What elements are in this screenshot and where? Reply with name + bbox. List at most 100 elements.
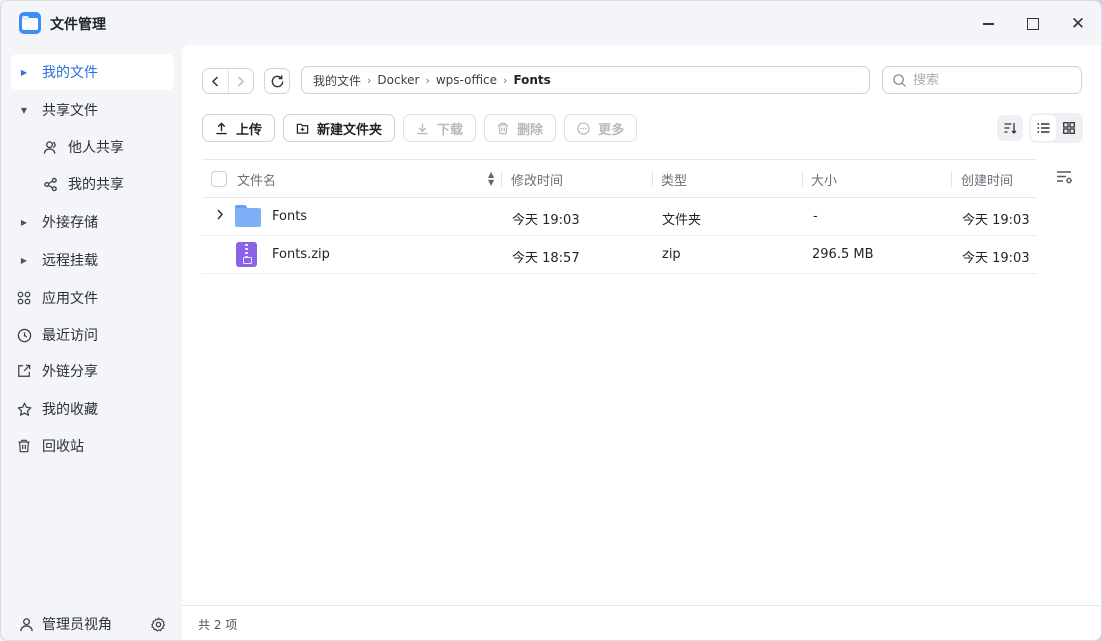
sort-icon	[1004, 123, 1017, 134]
sort-toggle-icon[interactable]: ▲ ▼	[488, 171, 494, 187]
clock-icon	[11, 328, 37, 343]
sidebar-item-label: 我的文件	[42, 65, 98, 81]
more-button[interactable]: 更多	[564, 114, 638, 142]
column-settings-icon[interactable]	[1056, 169, 1076, 189]
sidebar-item-label: 共享文件	[42, 103, 98, 119]
sidebar-item-label: 外接存储	[42, 215, 98, 231]
column-divider[interactable]	[951, 171, 952, 187]
title-bar: 文件管理 ✕	[1, 1, 1101, 45]
sidebar-item-remote-mount[interactable]: ▶ 远程挂载	[11, 242, 174, 278]
external-link-icon	[11, 364, 37, 378]
sidebar-item-recent[interactable]: 最近访问	[11, 317, 174, 353]
delete-button[interactable]: 删除	[484, 114, 557, 142]
search-input[interactable]	[913, 72, 1063, 88]
search-box[interactable]	[882, 66, 1082, 94]
file-created: 今天 19:03	[962, 251, 1030, 266]
person-icon	[37, 140, 63, 155]
download-icon	[416, 122, 429, 135]
breadcrumb-item[interactable]: Docker	[377, 73, 419, 87]
sidebar-item-shared-files[interactable]: ▼ 共享文件	[11, 92, 174, 128]
sidebar-item-app-files[interactable]: 应用文件	[11, 280, 174, 316]
column-header-modified[interactable]: 修改时间	[511, 170, 563, 189]
table-row[interactable]: Fonts 今天 19:03 文件夹 - 今天 19:03	[202, 198, 1037, 236]
caret-right-icon[interactable]: ▶	[11, 68, 37, 77]
column-divider[interactable]	[501, 171, 502, 187]
sidebar-item-label: 外链分享	[42, 364, 98, 380]
file-name[interactable]: Fonts	[272, 209, 307, 224]
list-icon	[1037, 123, 1050, 133]
folder-icon	[235, 205, 261, 227]
gear-icon[interactable]	[147, 613, 169, 635]
sidebar-item-external-storage[interactable]: ▶ 外接存储	[11, 204, 174, 240]
upload-label: 上传	[236, 122, 263, 138]
sidebar-item-label: 我的收藏	[42, 402, 98, 418]
sidebar-item-label: 最近访问	[42, 328, 98, 344]
file-name[interactable]: Fonts.zip	[272, 247, 330, 262]
file-created: 今天 19:03	[962, 213, 1030, 228]
caret-right-icon[interactable]: ▶	[11, 218, 37, 227]
admin-view-button[interactable]: 管理员视角	[15, 614, 112, 634]
file-size: -	[813, 209, 818, 224]
share-icon	[37, 177, 63, 192]
sidebar-footer: 管理员视角	[1, 606, 182, 640]
refresh-button[interactable]	[264, 68, 290, 94]
breadcrumb-item[interactable]: wps-office	[436, 73, 497, 87]
forward-button[interactable]	[227, 69, 253, 93]
file-modified: 今天 18:57	[512, 251, 580, 266]
back-button[interactable]	[203, 69, 228, 93]
column-header-created[interactable]: 创建时间	[961, 170, 1013, 189]
sidebar-item-recycle-bin[interactable]: 回收站	[11, 428, 174, 464]
chevron-right-icon: ›	[425, 73, 430, 87]
main-panel: 我的文件 › Docker › wps-office › Fonts 上传	[182, 45, 1101, 640]
column-divider[interactable]	[652, 171, 653, 187]
sidebar-item-link-share[interactable]: 外链分享	[11, 353, 174, 389]
toolbar: 上传 新建文件夹 下载 删除 更多	[202, 114, 645, 142]
file-table: 文件名 ▲ ▼ 修改时间 类型 大小 创建时间 Fonts 今天 19:03 文件…	[202, 159, 1037, 274]
grid-icon	[1062, 122, 1075, 134]
maximize-button[interactable]	[1020, 11, 1046, 37]
new-folder-button[interactable]: 新建文件夹	[283, 114, 396, 142]
sort-button[interactable]	[997, 115, 1023, 141]
upload-icon	[215, 121, 228, 135]
sidebar-item-my-shares[interactable]: 我的共享	[11, 166, 174, 202]
breadcrumb-current[interactable]: Fonts	[513, 73, 550, 87]
file-modified: 今天 19:03	[512, 213, 580, 228]
upload-button[interactable]: 上传	[202, 114, 276, 142]
list-view-button[interactable]	[1031, 115, 1056, 141]
more-icon	[577, 121, 590, 135]
history-nav	[202, 68, 254, 94]
chevron-right-icon: ›	[503, 73, 508, 87]
app-title: 文件管理	[50, 17, 106, 33]
close-button[interactable]: ✕	[1065, 11, 1091, 37]
apps-icon	[11, 291, 37, 305]
more-label: 更多	[598, 122, 625, 138]
app-icon	[19, 12, 41, 34]
breadcrumb-item[interactable]: 我的文件	[313, 72, 361, 89]
caret-down-icon[interactable]: ▼	[11, 106, 37, 115]
zip-file-icon	[236, 242, 257, 267]
chevron-right-icon[interactable]	[216, 209, 224, 220]
sidebar-item-label: 远程挂载	[42, 253, 98, 269]
column-header-name[interactable]: 文件名	[237, 170, 276, 189]
download-button[interactable]: 下载	[403, 114, 477, 142]
minimize-button[interactable]	[975, 11, 1001, 37]
view-toggle	[1029, 113, 1083, 143]
sidebar: ▶ 我的文件 ▼ 共享文件 他人共享 我的共享 ▶ 外接存储 ▶ 远程挂载 应用…	[1, 45, 182, 640]
caret-right-icon[interactable]: ▶	[11, 256, 37, 265]
file-type: 文件夹	[662, 213, 702, 228]
select-all-checkbox[interactable]	[211, 171, 227, 187]
column-header-type[interactable]: 类型	[661, 170, 687, 189]
sidebar-item-favorites[interactable]: 我的收藏	[11, 391, 174, 427]
table-header: 文件名 ▲ ▼ 修改时间 类型 大小 创建时间	[202, 159, 1037, 198]
file-size: 296.5 MB	[812, 247, 874, 262]
delete-label: 删除	[517, 122, 544, 138]
sidebar-item-shared-with-me[interactable]: 他人共享	[11, 129, 174, 165]
trash-icon	[497, 122, 509, 135]
column-header-size[interactable]: 大小	[811, 170, 837, 189]
grid-view-button[interactable]	[1056, 115, 1081, 141]
person-icon	[15, 617, 37, 632]
sidebar-item-my-files[interactable]: ▶ 我的文件	[11, 54, 174, 90]
table-row[interactable]: Fonts.zip 今天 18:57 zip 296.5 MB 今天 19:03	[202, 236, 1037, 274]
column-divider[interactable]	[802, 171, 803, 187]
sidebar-item-label: 我的共享	[68, 177, 124, 193]
